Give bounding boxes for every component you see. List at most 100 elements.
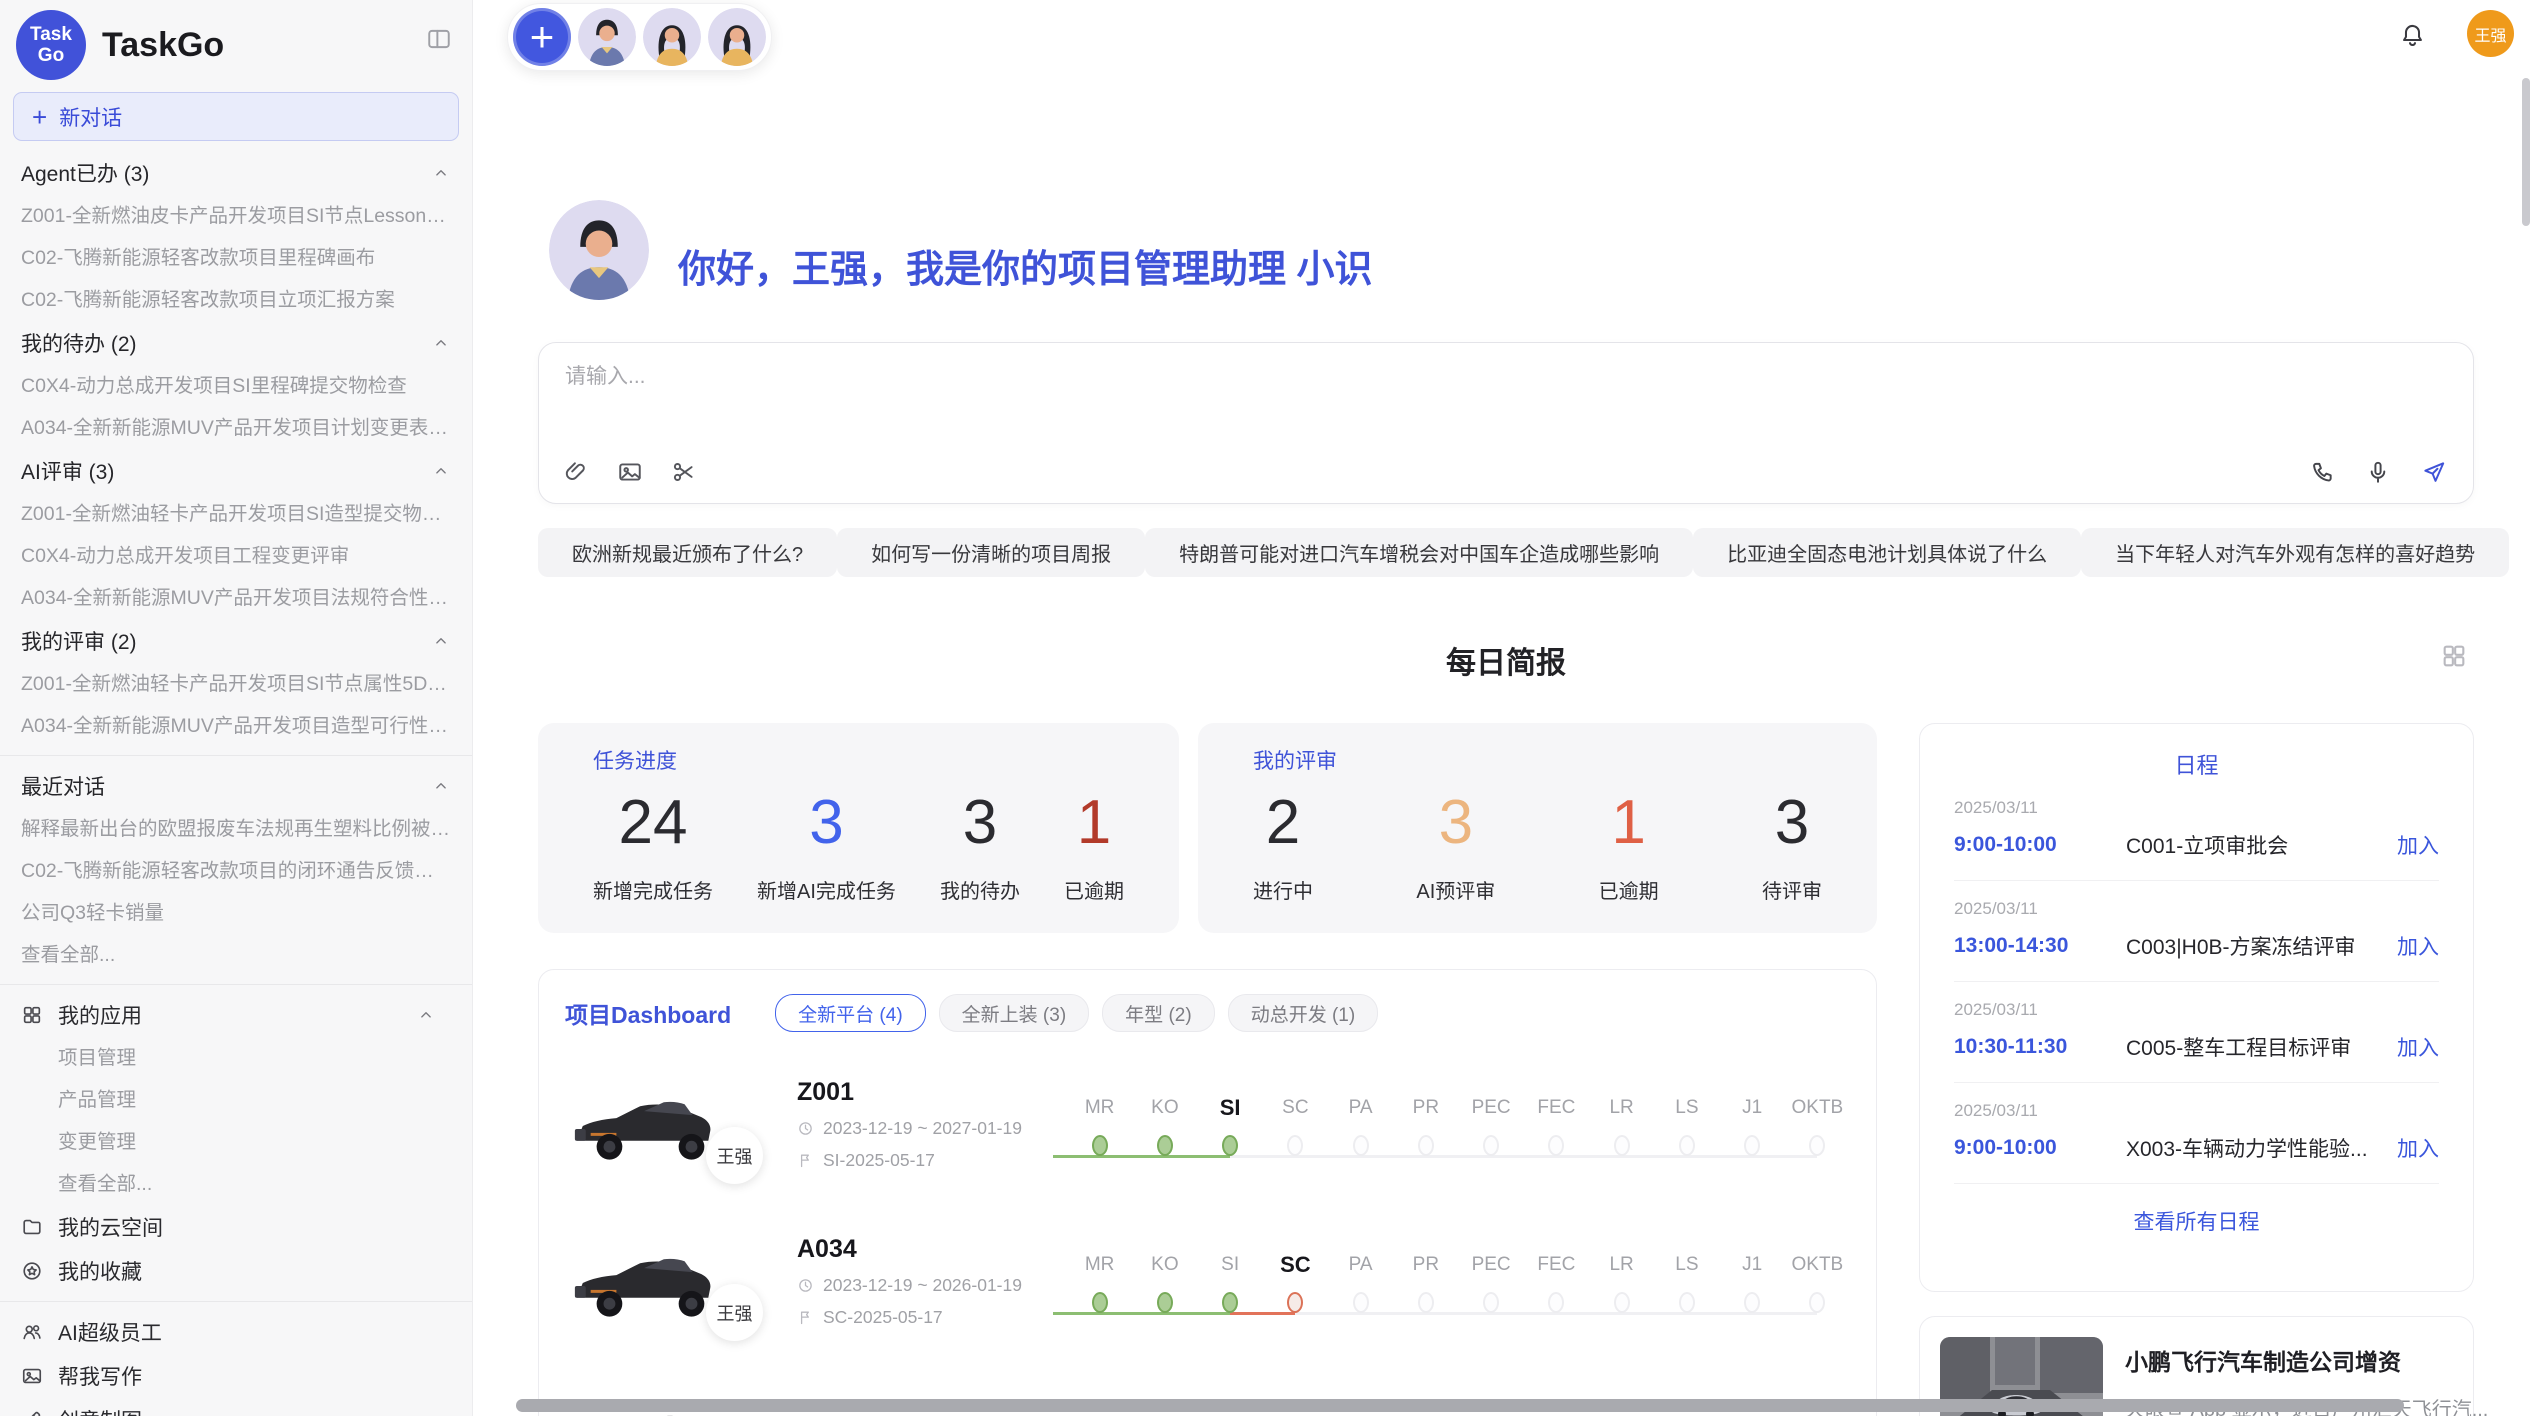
section-ai-review[interactable]: AI评审 (3) xyxy=(0,449,472,493)
divider xyxy=(0,755,472,756)
schedule-name: C001-立项审批会 xyxy=(2126,830,2383,860)
suggestion-chip[interactable]: 当下年轻人对汽车外观有怎样的喜好趋势 xyxy=(2081,528,2509,577)
pen-icon xyxy=(21,1409,43,1416)
sidebar-item-cloud-space[interactable]: 我的云空间 xyxy=(0,1205,472,1249)
milestone-dot-overdue xyxy=(1287,1292,1303,1313)
sidebar-item-favorites[interactable]: 我的收藏 xyxy=(0,1249,472,1293)
list-item[interactable]: C02-飞腾新能源轻客改款项目立项汇报方案 xyxy=(0,279,472,321)
list-item[interactable]: C02-飞腾新能源轻客改款项目的闭环通告反馈情况 xyxy=(0,850,472,892)
milestone-dot xyxy=(1809,1135,1825,1156)
list-item[interactable]: 公司Q3轻卡销量 xyxy=(0,892,472,934)
schedule-card: 日程 2025/03/11 9:00-10:00 C001-立项审批会 加入 2… xyxy=(1919,723,2474,1292)
mic-icon[interactable] xyxy=(2365,459,2391,485)
filter-chip-year-model[interactable]: 年型 (2) xyxy=(1102,994,1215,1032)
schedule-entry: 2025/03/11 9:00-10:00 C001-立项审批会 加入 xyxy=(1954,780,2439,881)
schedule-entry: 2025/03/11 9:00-10:00 X003-车辆动力学性能验... 加… xyxy=(1954,1083,2439,1184)
milestone-label: LS xyxy=(1654,1251,1719,1279)
suggestion-chip[interactable]: 欧洲新规最近颁布了什么? xyxy=(538,528,837,577)
schedule-time: 13:00-14:30 xyxy=(1954,934,2126,958)
phone-icon[interactable] xyxy=(2309,459,2335,485)
list-item[interactable]: Z001-全新燃油轻卡产品开发项目SI节点属性5D文件评审 xyxy=(0,663,472,705)
project-car-image: 王强 xyxy=(565,1077,733,1172)
app-item-product-mgmt[interactable]: 产品管理 xyxy=(0,1079,472,1121)
join-link[interactable]: 加入 xyxy=(2397,931,2439,961)
send-icon[interactable] xyxy=(2421,459,2447,485)
list-item[interactable]: A034-全新新能源MUV产品开发项目造型可行性评审 xyxy=(0,705,472,747)
list-item[interactable]: Z001-全新燃油轻卡产品开发项目SI造型提交物评审 xyxy=(0,493,472,535)
project-row-z001[interactable]: 王强 Z001 2023-12-19 ~ 2027-01-19 SI-2025-… xyxy=(565,1046,1850,1203)
suggestion-chip[interactable]: 如何写一份清晰的项目周报 xyxy=(837,528,1145,577)
suggestion-chip[interactable]: 比亚迪全固态电池计划具体说了什么 xyxy=(1693,528,2081,577)
list-item[interactable]: C02-飞腾新能源轻客改款项目里程碑画布 xyxy=(0,237,472,279)
milestone-dot xyxy=(1287,1135,1303,1156)
filter-chip-new-body[interactable]: 全新上装 (3) xyxy=(939,994,1090,1032)
section-my-todo[interactable]: 我的待办 (2) xyxy=(0,321,472,365)
project-row-a034[interactable]: 王强 A034 2023-12-19 ~ 2026-01-19 SC-2025-… xyxy=(565,1203,1850,1360)
list-item[interactable]: A034-全新新能源MUV产品开发项目法规符合性评审 xyxy=(0,577,472,619)
stat-my-todo: 3 我的待办 xyxy=(940,789,1020,904)
horizontal-scrollbar[interactable] xyxy=(516,1399,2404,1412)
stat-label: 新增完成任务 xyxy=(593,875,713,904)
vertical-scrollbar[interactable] xyxy=(2522,78,2530,226)
schedule-date: 2025/03/11 xyxy=(1954,1101,2439,1121)
chevron-up-icon xyxy=(432,632,450,650)
list-item[interactable]: C0X4-动力总成开发项目SI里程碑提交物检查 xyxy=(0,365,472,407)
logo-text-bottom: Go xyxy=(38,45,64,66)
chevron-up-icon xyxy=(432,164,450,182)
milestone-label: PA xyxy=(1328,1094,1393,1122)
schedule-date: 2025/03/11 xyxy=(1954,1000,2439,1020)
suggestion-chip[interactable]: 特朗普可能对进口汽车增税会对中国车企造成哪些影响 xyxy=(1145,528,1693,577)
new-chat-label: 新对话 xyxy=(59,102,122,132)
schedule-time: 9:00-10:00 xyxy=(1954,1136,2126,1160)
new-chat-button[interactable]: + 新对话 xyxy=(13,92,459,141)
milestone-timeline: MR KO SI SC PA PR PEC FEC LR LS J1 OKTB xyxy=(1067,1094,1850,1156)
milestone-dot xyxy=(1353,1135,1369,1156)
milestone-dot xyxy=(1744,1292,1760,1313)
join-link[interactable]: 加入 xyxy=(2397,1133,2439,1163)
stat-new-ai-done: 3 新增AI完成任务 xyxy=(757,789,896,904)
section-recent-chats[interactable]: 最近对话 xyxy=(0,764,472,808)
section-title: 最近对话 xyxy=(21,771,105,801)
stat-new-done: 24 新增完成任务 xyxy=(593,789,713,904)
card-title: 我的评审 xyxy=(1253,745,1822,775)
join-link[interactable]: 加入 xyxy=(2397,830,2439,860)
milestone-label: SC xyxy=(1263,1094,1328,1122)
project-dates: 2023-12-19 ~ 2026-01-19 xyxy=(823,1275,1022,1296)
scissors-icon[interactable] xyxy=(671,459,697,485)
chat-input[interactable] xyxy=(553,353,2277,401)
image-icon[interactable] xyxy=(617,459,643,485)
view-all-apps[interactable]: 查看全部... xyxy=(0,1163,472,1205)
section-agent-done[interactable]: Agent已办 (3) xyxy=(0,151,472,195)
list-item[interactable]: A034-全新新能源MUV产品开发项目计划变更表编写 xyxy=(0,407,472,449)
list-item[interactable]: Z001-全新燃油皮卡产品开发项目SI节点Lesson Learn报告 xyxy=(0,195,472,237)
sidebar-item-ai-employee[interactable]: AI超级员工 xyxy=(0,1310,472,1354)
stat-label: 待评审 xyxy=(1762,875,1822,904)
view-all-schedule-link[interactable]: 查看所有日程 xyxy=(1954,1206,2439,1236)
list-item[interactable]: 解释最新出台的欧盟报废车法规再生塑料比例被调至15%... xyxy=(0,808,472,850)
sidebar-item-help-write[interactable]: 帮我写作 xyxy=(0,1354,472,1398)
sidebar-item-creative-draw[interactable]: 创意制图 xyxy=(0,1398,472,1416)
milestone-dot xyxy=(1418,1292,1434,1313)
user-avatar[interactable]: 王强 xyxy=(2467,10,2514,57)
sidebar-collapse-icon[interactable] xyxy=(426,26,452,52)
app-item-project-mgmt[interactable]: 项目管理 xyxy=(0,1037,472,1079)
milestone-label: J1 xyxy=(1720,1094,1785,1122)
list-item[interactable]: C0X4-动力总成开发项目工程变更评审 xyxy=(0,535,472,577)
stat-ai-prereview: 3 AI预评审 xyxy=(1416,789,1495,904)
layout-grid-icon[interactable] xyxy=(2440,642,2468,670)
sidebar-item-my-apps[interactable]: 我的应用 xyxy=(0,993,472,1037)
stat-label: AI预评审 xyxy=(1416,875,1495,904)
join-link[interactable]: 加入 xyxy=(2397,1032,2439,1062)
view-all-chats[interactable]: 查看全部... xyxy=(0,934,472,976)
milestone-dot xyxy=(1418,1135,1434,1156)
paperclip-icon[interactable] xyxy=(563,459,589,485)
filter-chip-powertrain[interactable]: 动总开发 (1) xyxy=(1228,994,1379,1032)
section-my-review[interactable]: 我的评审 (2) xyxy=(0,619,472,663)
sidebar-item-label: 我的云空间 xyxy=(58,1212,163,1242)
project-car-image: 王强 xyxy=(565,1234,733,1329)
logo-row: Task Go TaskGo xyxy=(0,0,472,84)
milestone-label: J1 xyxy=(1720,1251,1785,1279)
filter-chip-new-platform[interactable]: 全新平台 (4) xyxy=(775,994,926,1032)
stat-value: 3 xyxy=(940,789,1020,857)
app-item-change-mgmt[interactable]: 变更管理 xyxy=(0,1121,472,1163)
